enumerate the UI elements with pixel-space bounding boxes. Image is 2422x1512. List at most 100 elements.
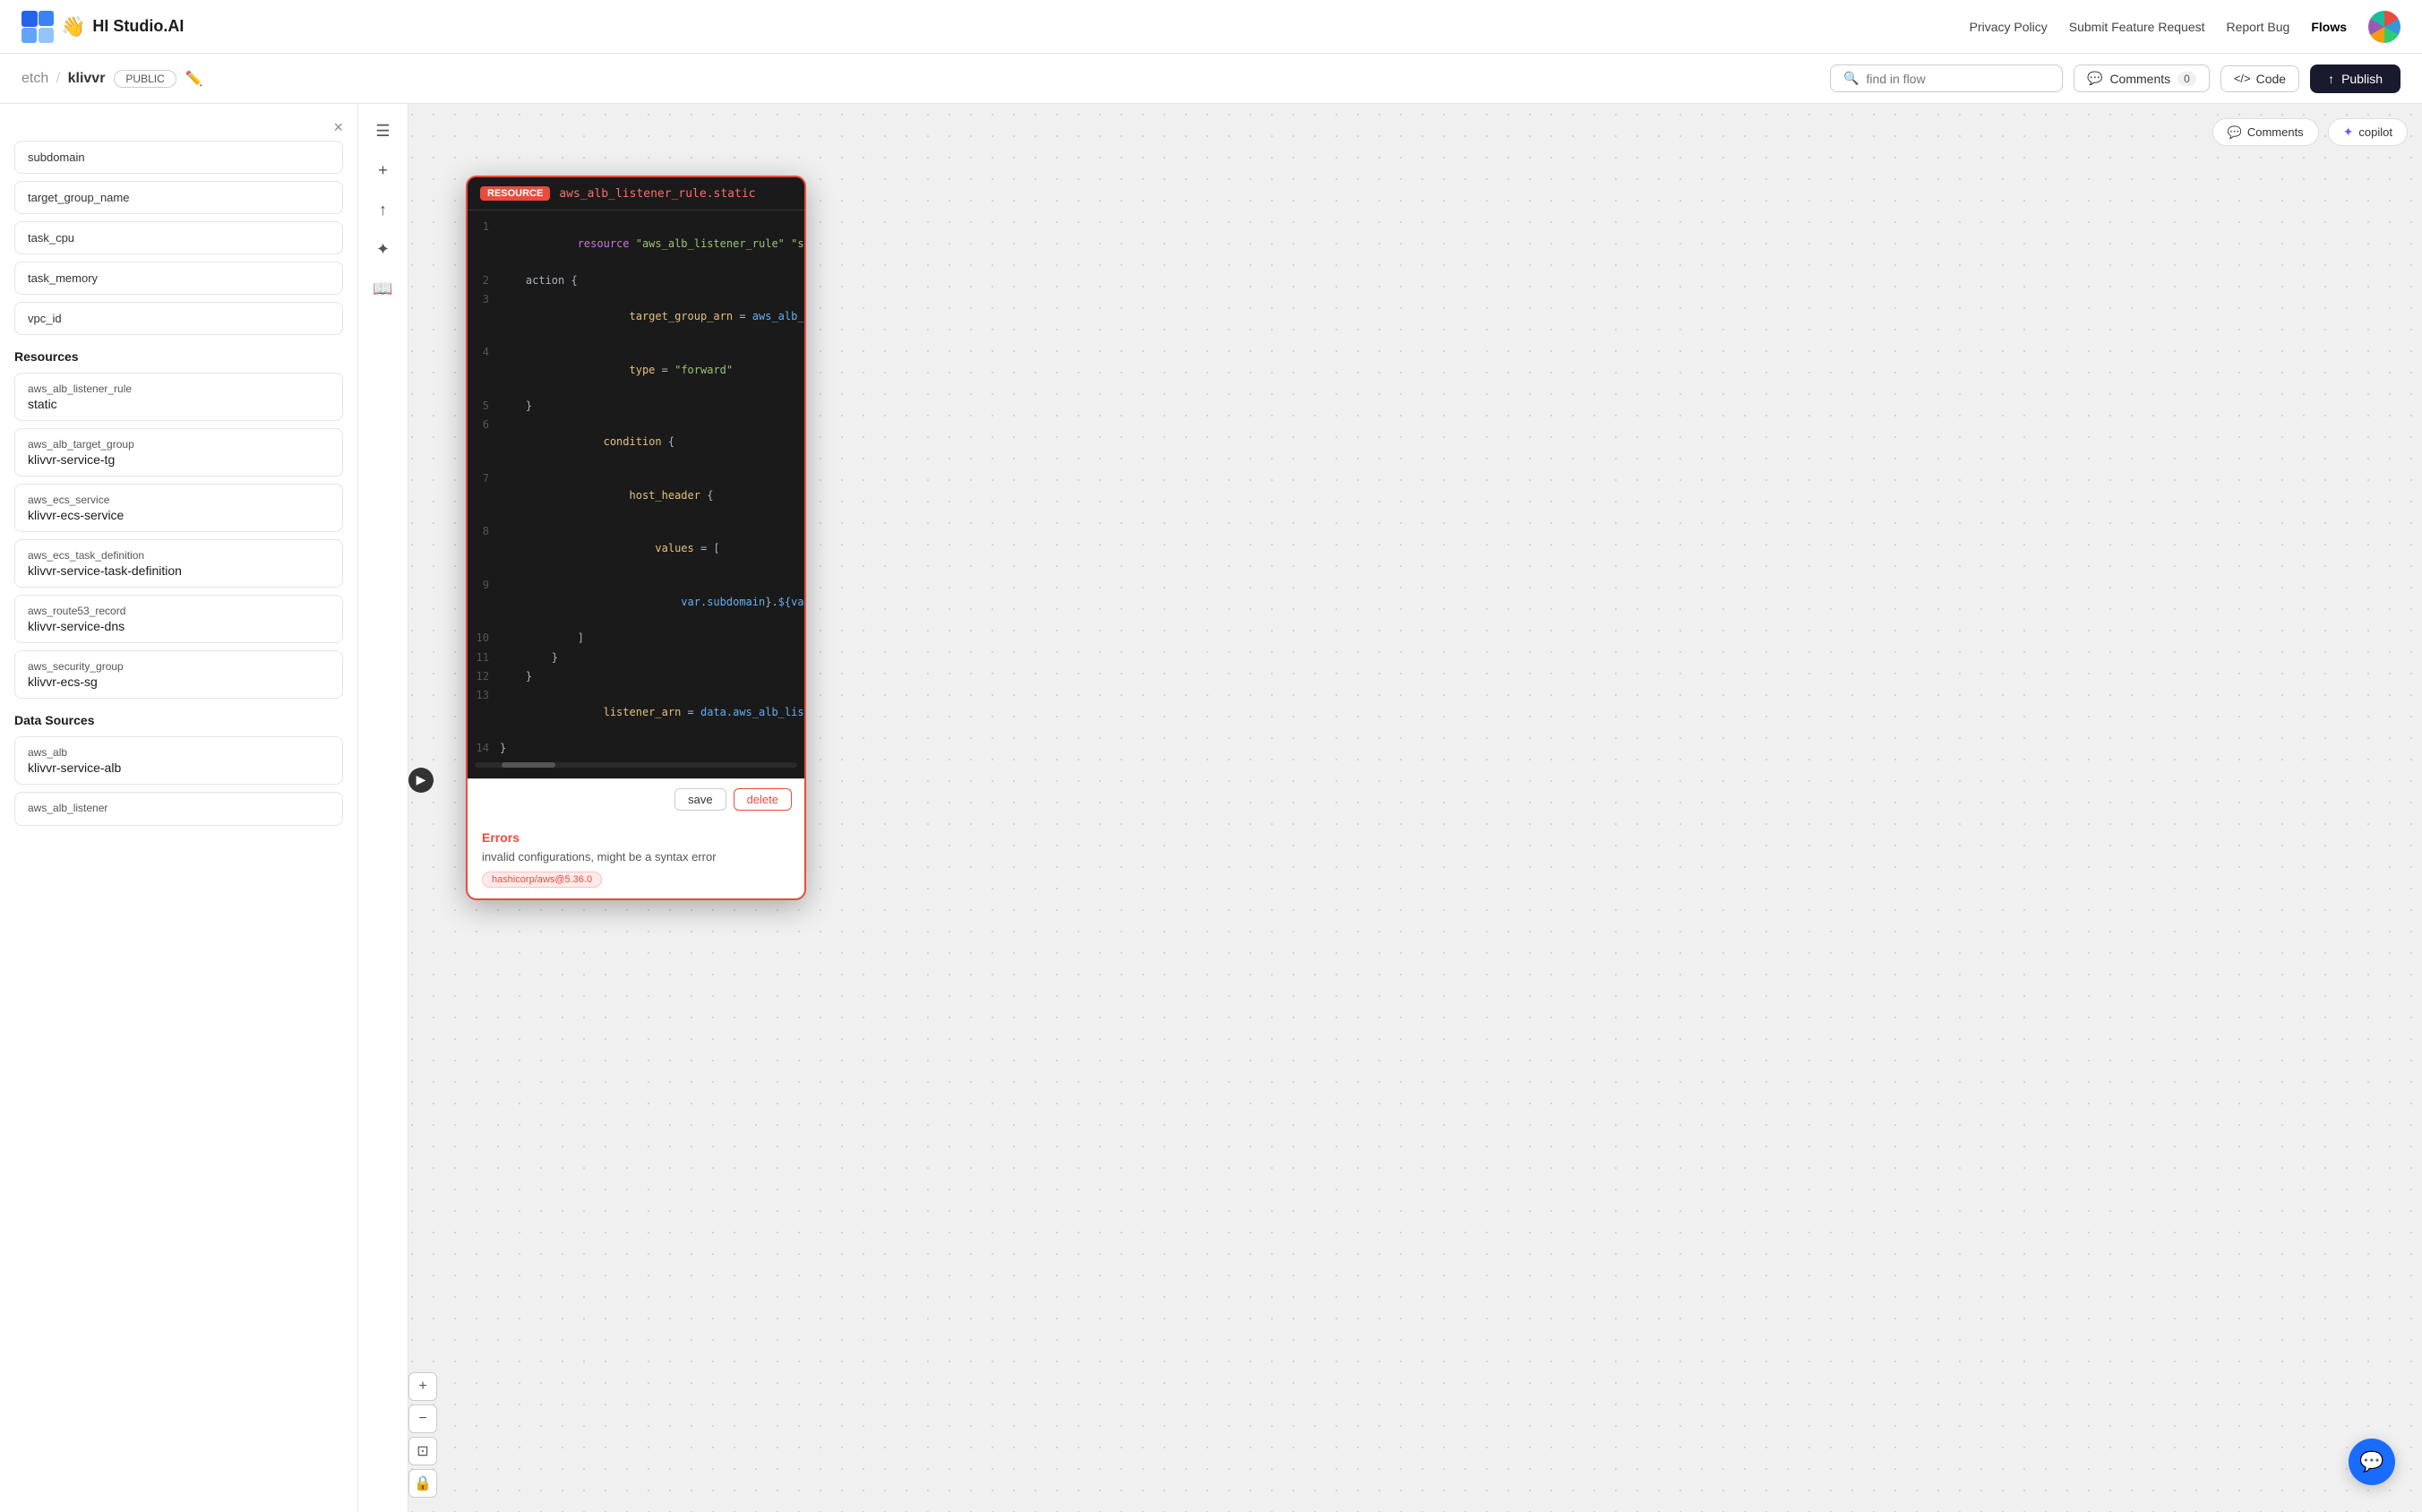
flows-link[interactable]: Flows (2311, 20, 2347, 34)
resource-name: klivvr-service-alb (28, 760, 330, 775)
delete-button[interactable]: delete (734, 788, 792, 811)
resource-type: aws_alb_listener_rule (28, 382, 330, 395)
list-item[interactable]: aws_alb_listener_rule static (14, 373, 343, 421)
comments-button[interactable]: 💬 Comments 0 (2074, 64, 2210, 92)
list-item[interactable]: task_memory (14, 262, 343, 295)
list-item[interactable]: aws_route53_record klivvr-service-dns (14, 595, 343, 643)
line-number: 8 (468, 523, 500, 540)
zoom-in-button[interactable]: + (408, 1372, 437, 1401)
breadcrumb-parent: etch (21, 71, 48, 86)
arrow-button[interactable]: ▶ (408, 768, 434, 793)
list-toolbar-button[interactable]: ☰ (367, 115, 399, 147)
code-label: Code (2256, 72, 2286, 86)
code-line: 3 target_group_arn = aws_alb_target_ (468, 290, 804, 344)
fit-screen-button[interactable]: ⊡ (408, 1437, 437, 1465)
nav-right: Privacy Policy Submit Feature Request Re… (1970, 11, 2401, 43)
resource-type: aws_ecs_task_definition (28, 549, 330, 562)
arrow-connector[interactable]: ▶ (408, 768, 434, 793)
line-number: 12 (468, 668, 500, 685)
resource-name: klivvr-service-task-definition (28, 563, 330, 578)
list-item[interactable]: aws_ecs_service klivvr-ecs-service (14, 484, 343, 532)
publish-label: Publish (2341, 72, 2383, 86)
resource-type: aws_alb (28, 746, 330, 759)
line-code: resource "aws_alb_listener_rule" "static… (500, 219, 806, 271)
line-code: type = "forward" (500, 344, 733, 396)
add-toolbar-button[interactable]: + (367, 154, 399, 186)
canvas-copilot-button[interactable]: ✦ copilot (2328, 118, 2408, 146)
upload-icon: ↑ (379, 201, 387, 219)
report-bug-link[interactable]: Report Bug (2227, 20, 2290, 34)
list-item[interactable]: task_cpu (14, 221, 343, 254)
comments-count: 0 (2177, 72, 2196, 86)
resource-card: RESOURCE aws_alb_listener_rule.static 1 … (466, 176, 806, 900)
list-item[interactable]: aws_alb_target_group klivvr-service-tg (14, 428, 343, 477)
comments-label: Comments (2109, 72, 2170, 86)
book-toolbar-button[interactable]: 📖 (367, 272, 399, 305)
lock-button[interactable]: 🔒 (408, 1469, 437, 1498)
list-item[interactable]: aws_alb klivvr-service-alb (14, 736, 343, 785)
logo-icon (21, 11, 54, 43)
app-title: HI Studio.AI (92, 17, 184, 36)
sidebar-top: × (14, 104, 343, 141)
resource-name: static (28, 397, 330, 411)
code-button[interactable]: </> Code (2220, 65, 2299, 92)
save-button[interactable]: save (674, 788, 726, 811)
sub-nav: etch / klivvr PUBLIC ✏️ 🔍 💬 Comments 0 <… (0, 54, 2422, 104)
canvas-area: ☰ + ↑ ✦ 📖 ▶ 💬 Comments (358, 104, 2422, 1512)
list-item[interactable]: aws_ecs_task_definition klivvr-service-t… (14, 539, 343, 588)
line-number: 11 (468, 649, 500, 666)
list-item[interactable]: aws_security_group klivvr-ecs-sg (14, 650, 343, 699)
horizontal-scrollbar[interactable] (475, 762, 797, 768)
search-box[interactable]: 🔍 (1830, 64, 2063, 92)
resource-card-name: aws_alb_listener_rule.static (559, 187, 755, 201)
code-line: 5 } (468, 397, 804, 416)
nav-left: 👋 HI Studio.AI (21, 11, 184, 43)
scrollbar-thumb (502, 762, 555, 768)
submit-feature-link[interactable]: Submit Feature Request (2069, 20, 2205, 34)
comments-icon: 💬 (2228, 125, 2242, 140)
code-line: 11 } (468, 649, 804, 667)
line-code: } (500, 398, 532, 415)
canvas-comments-button[interactable]: 💬 Comments (2212, 118, 2319, 146)
list-item[interactable]: vpc_id (14, 302, 343, 335)
resource-type: aws_ecs_service (28, 494, 330, 506)
data-sources-section-title: Data Sources (14, 713, 343, 727)
publish-icon: ↑ (2328, 72, 2334, 86)
resource-type: aws_alb_target_group (28, 438, 330, 451)
avatar[interactable] (2368, 11, 2401, 43)
code-line: 14 } (468, 739, 804, 758)
errors-section: Errors invalid configurations, might be … (468, 820, 804, 898)
sparkle-toolbar-button[interactable]: ✦ (367, 233, 399, 265)
left-toolbar: ☰ + ↑ ✦ 📖 (358, 104, 408, 1512)
line-number: 1 (468, 219, 500, 236)
resource-label: RESOURCE (480, 186, 550, 201)
resources-section-title: Resources (14, 349, 343, 364)
card-actions: save delete (468, 778, 804, 820)
list-item[interactable]: aws_alb_listener (14, 792, 343, 826)
list-item[interactable]: subdomain (14, 141, 343, 174)
search-input[interactable] (1866, 72, 2049, 86)
item-label: task_cpu (28, 231, 74, 245)
bottom-toolbar: + − ⊡ 🔒 (408, 1372, 437, 1498)
code-line: 2 action { (468, 271, 804, 290)
code-line: 4 type = "forward" (468, 343, 804, 397)
search-icon: 🔍 (1843, 71, 1859, 86)
line-code: target_group_arn = aws_alb_target_ (500, 291, 806, 343)
zoom-out-button[interactable]: − (408, 1405, 437, 1433)
app-emoji: 👋 (61, 15, 85, 39)
list-item[interactable]: target_group_name (14, 181, 343, 214)
edit-icon[interactable]: ✏️ (185, 70, 203, 88)
publish-button[interactable]: ↑ Publish (2310, 64, 2401, 93)
sub-nav-left: etch / klivvr PUBLIC ✏️ (21, 70, 203, 88)
main-layout: × subdomain target_group_name task_cpu t… (0, 104, 2422, 1512)
resource-name: klivvr-ecs-sg (28, 674, 330, 689)
line-code: action { (500, 272, 578, 289)
close-sidebar-button[interactable]: × (333, 118, 343, 137)
public-badge: PUBLIC (114, 70, 176, 88)
privacy-policy-link[interactable]: Privacy Policy (1970, 20, 2048, 34)
item-label: vpc_id (28, 312, 62, 325)
upload-toolbar-button[interactable]: ↑ (367, 193, 399, 226)
item-label: task_memory (28, 271, 98, 285)
code-block: 1 resource "aws_alb_listener_rule" "stat… (468, 210, 804, 778)
chat-button[interactable]: 💬 (2349, 1439, 2395, 1485)
